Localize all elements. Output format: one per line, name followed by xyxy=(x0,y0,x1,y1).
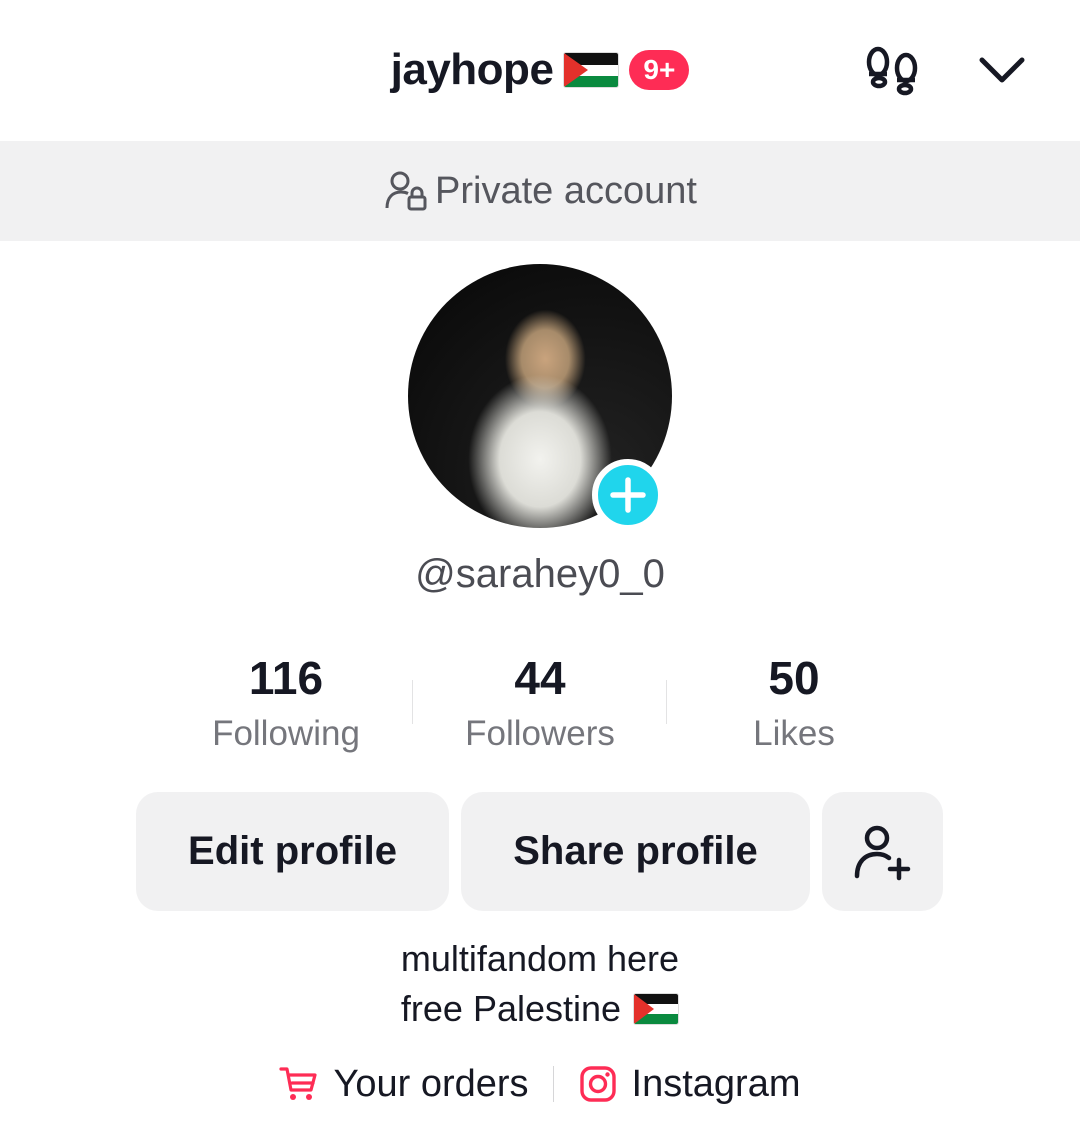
flag-palestine-icon xyxy=(563,52,620,88)
link-divider xyxy=(552,1066,554,1102)
notification-badge[interactable]: 9+ xyxy=(629,50,690,90)
add-friends-button[interactable] xyxy=(822,792,943,911)
profile-handle: @sarahey0_0 xyxy=(415,552,665,596)
your-orders-label: Your orders xyxy=(333,1062,529,1105)
bio-line-1: multifandom here xyxy=(400,938,680,979)
add-person-icon xyxy=(854,825,910,880)
following-label: Following xyxy=(212,714,360,753)
instagram-link[interactable]: Instagram xyxy=(578,1063,801,1106)
bio: multifandom here xyxy=(0,938,1080,980)
followers-label: Followers xyxy=(465,714,615,753)
stat-divider xyxy=(666,680,667,724)
following-count: 116 xyxy=(248,652,324,704)
flag-palestine-icon xyxy=(633,993,680,1025)
private-account-banner: Private account xyxy=(0,141,1080,241)
stat-likes[interactable]: 50 Likes xyxy=(684,650,904,754)
person-lock-icon xyxy=(385,171,427,211)
footprints-icon[interactable] xyxy=(860,38,926,104)
account-switcher[interactable]: jayhope 9+ xyxy=(391,45,690,95)
instagram-icon xyxy=(579,1066,616,1102)
stat-following[interactable]: 116 Following xyxy=(176,650,396,754)
bio-line-2-row: free Palestine xyxy=(0,988,1080,1030)
followers-count: 44 xyxy=(514,652,566,704)
bio-line-2: free Palestine xyxy=(400,988,622,1029)
stat-divider xyxy=(412,680,413,724)
plus-icon xyxy=(610,477,646,513)
private-account-text: Private account xyxy=(435,169,697,212)
your-orders-link[interactable]: Your orders xyxy=(279,1062,529,1106)
likes-label: Likes xyxy=(753,714,835,753)
edit-profile-button[interactable]: Edit profile xyxy=(136,792,449,911)
header-username: jayhope xyxy=(390,45,554,94)
stat-followers[interactable]: 44 Followers xyxy=(430,650,650,754)
add-story-button[interactable] xyxy=(592,459,664,531)
instagram-label: Instagram xyxy=(631,1062,801,1105)
share-profile-button[interactable]: Share profile xyxy=(461,792,810,911)
likes-count: 50 xyxy=(768,652,820,704)
cart-icon xyxy=(279,1067,318,1100)
chevron-down-icon[interactable] xyxy=(972,42,1032,102)
profile-links: Your orders Instagram xyxy=(0,1056,1080,1112)
